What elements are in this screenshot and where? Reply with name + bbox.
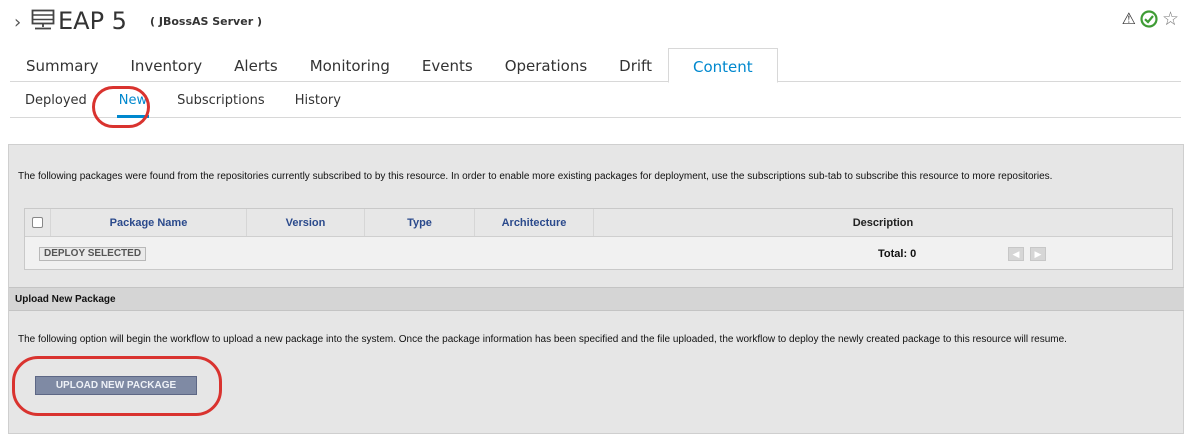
table-footer: DEPLOY SELECTED Total: 0 ◀ ▶ bbox=[25, 237, 1172, 271]
column-type[interactable]: Type bbox=[365, 209, 475, 236]
column-package-name[interactable]: Package Name bbox=[51, 209, 247, 236]
upload-new-package-button[interactable]: UPLOAD NEW PACKAGE bbox=[35, 376, 197, 395]
warning-icon[interactable]: ⚠ bbox=[1122, 8, 1136, 33]
previous-page-icon[interactable]: ◀ bbox=[1008, 247, 1024, 261]
tab-operations[interactable]: Operations bbox=[489, 48, 603, 82]
column-description[interactable]: Description bbox=[594, 209, 1172, 236]
deploy-selected-button[interactable]: DEPLOY SELECTED bbox=[39, 247, 147, 261]
star-icon[interactable]: ☆ bbox=[1162, 8, 1179, 33]
select-all-checkbox[interactable] bbox=[32, 217, 43, 228]
main-tab-bar: Summary Inventory Alerts Monitoring Even… bbox=[10, 48, 1181, 83]
subtab-history[interactable]: History bbox=[280, 86, 356, 118]
subtab-deployed[interactable]: Deployed bbox=[10, 86, 102, 118]
subtab-new[interactable]: New bbox=[116, 86, 150, 118]
check-circle-icon[interactable] bbox=[1140, 8, 1158, 33]
tab-monitoring[interactable]: Monitoring bbox=[294, 48, 406, 82]
select-all-cell bbox=[25, 209, 51, 236]
tab-summary[interactable]: Summary bbox=[10, 48, 115, 82]
header-icon-group: ⚠ ☆ bbox=[1122, 8, 1179, 33]
column-version[interactable]: Version bbox=[247, 209, 365, 236]
packages-table: Package Name Version Type Architecture D… bbox=[24, 208, 1173, 270]
sub-tab-bar: Deployed New Subscriptions History bbox=[10, 86, 1181, 118]
tab-alerts[interactable]: Alerts bbox=[218, 48, 294, 82]
next-page-icon[interactable]: ▶ bbox=[1030, 247, 1046, 261]
tab-content[interactable]: Content bbox=[667, 48, 778, 83]
upload-section-title: Upload New Package bbox=[9, 287, 1184, 311]
expand-chevron-icon[interactable]: › bbox=[14, 12, 21, 33]
table-header: Package Name Version Type Architecture D… bbox=[25, 209, 1172, 237]
pager: ◀ ▶ bbox=[1008, 247, 1046, 261]
subtab-subscriptions[interactable]: Subscriptions bbox=[162, 86, 280, 118]
resource-type-label: ( JBossAS Server ) bbox=[150, 15, 262, 28]
resource-header: › EAP 5 ( JBossAS Server ) ⚠ ☆ bbox=[0, 0, 1191, 46]
total-count: Total: 0 bbox=[878, 248, 917, 260]
server-icon bbox=[31, 9, 55, 30]
intro-text: The following packages were found from t… bbox=[18, 171, 1053, 182]
page-title: EAP 5 bbox=[58, 7, 127, 35]
column-architecture[interactable]: Architecture bbox=[475, 209, 594, 236]
upload-description: The following option will begin the work… bbox=[18, 334, 1067, 345]
tab-inventory[interactable]: Inventory bbox=[115, 48, 219, 82]
tab-events[interactable]: Events bbox=[406, 48, 489, 82]
tab-drift[interactable]: Drift bbox=[603, 48, 668, 82]
